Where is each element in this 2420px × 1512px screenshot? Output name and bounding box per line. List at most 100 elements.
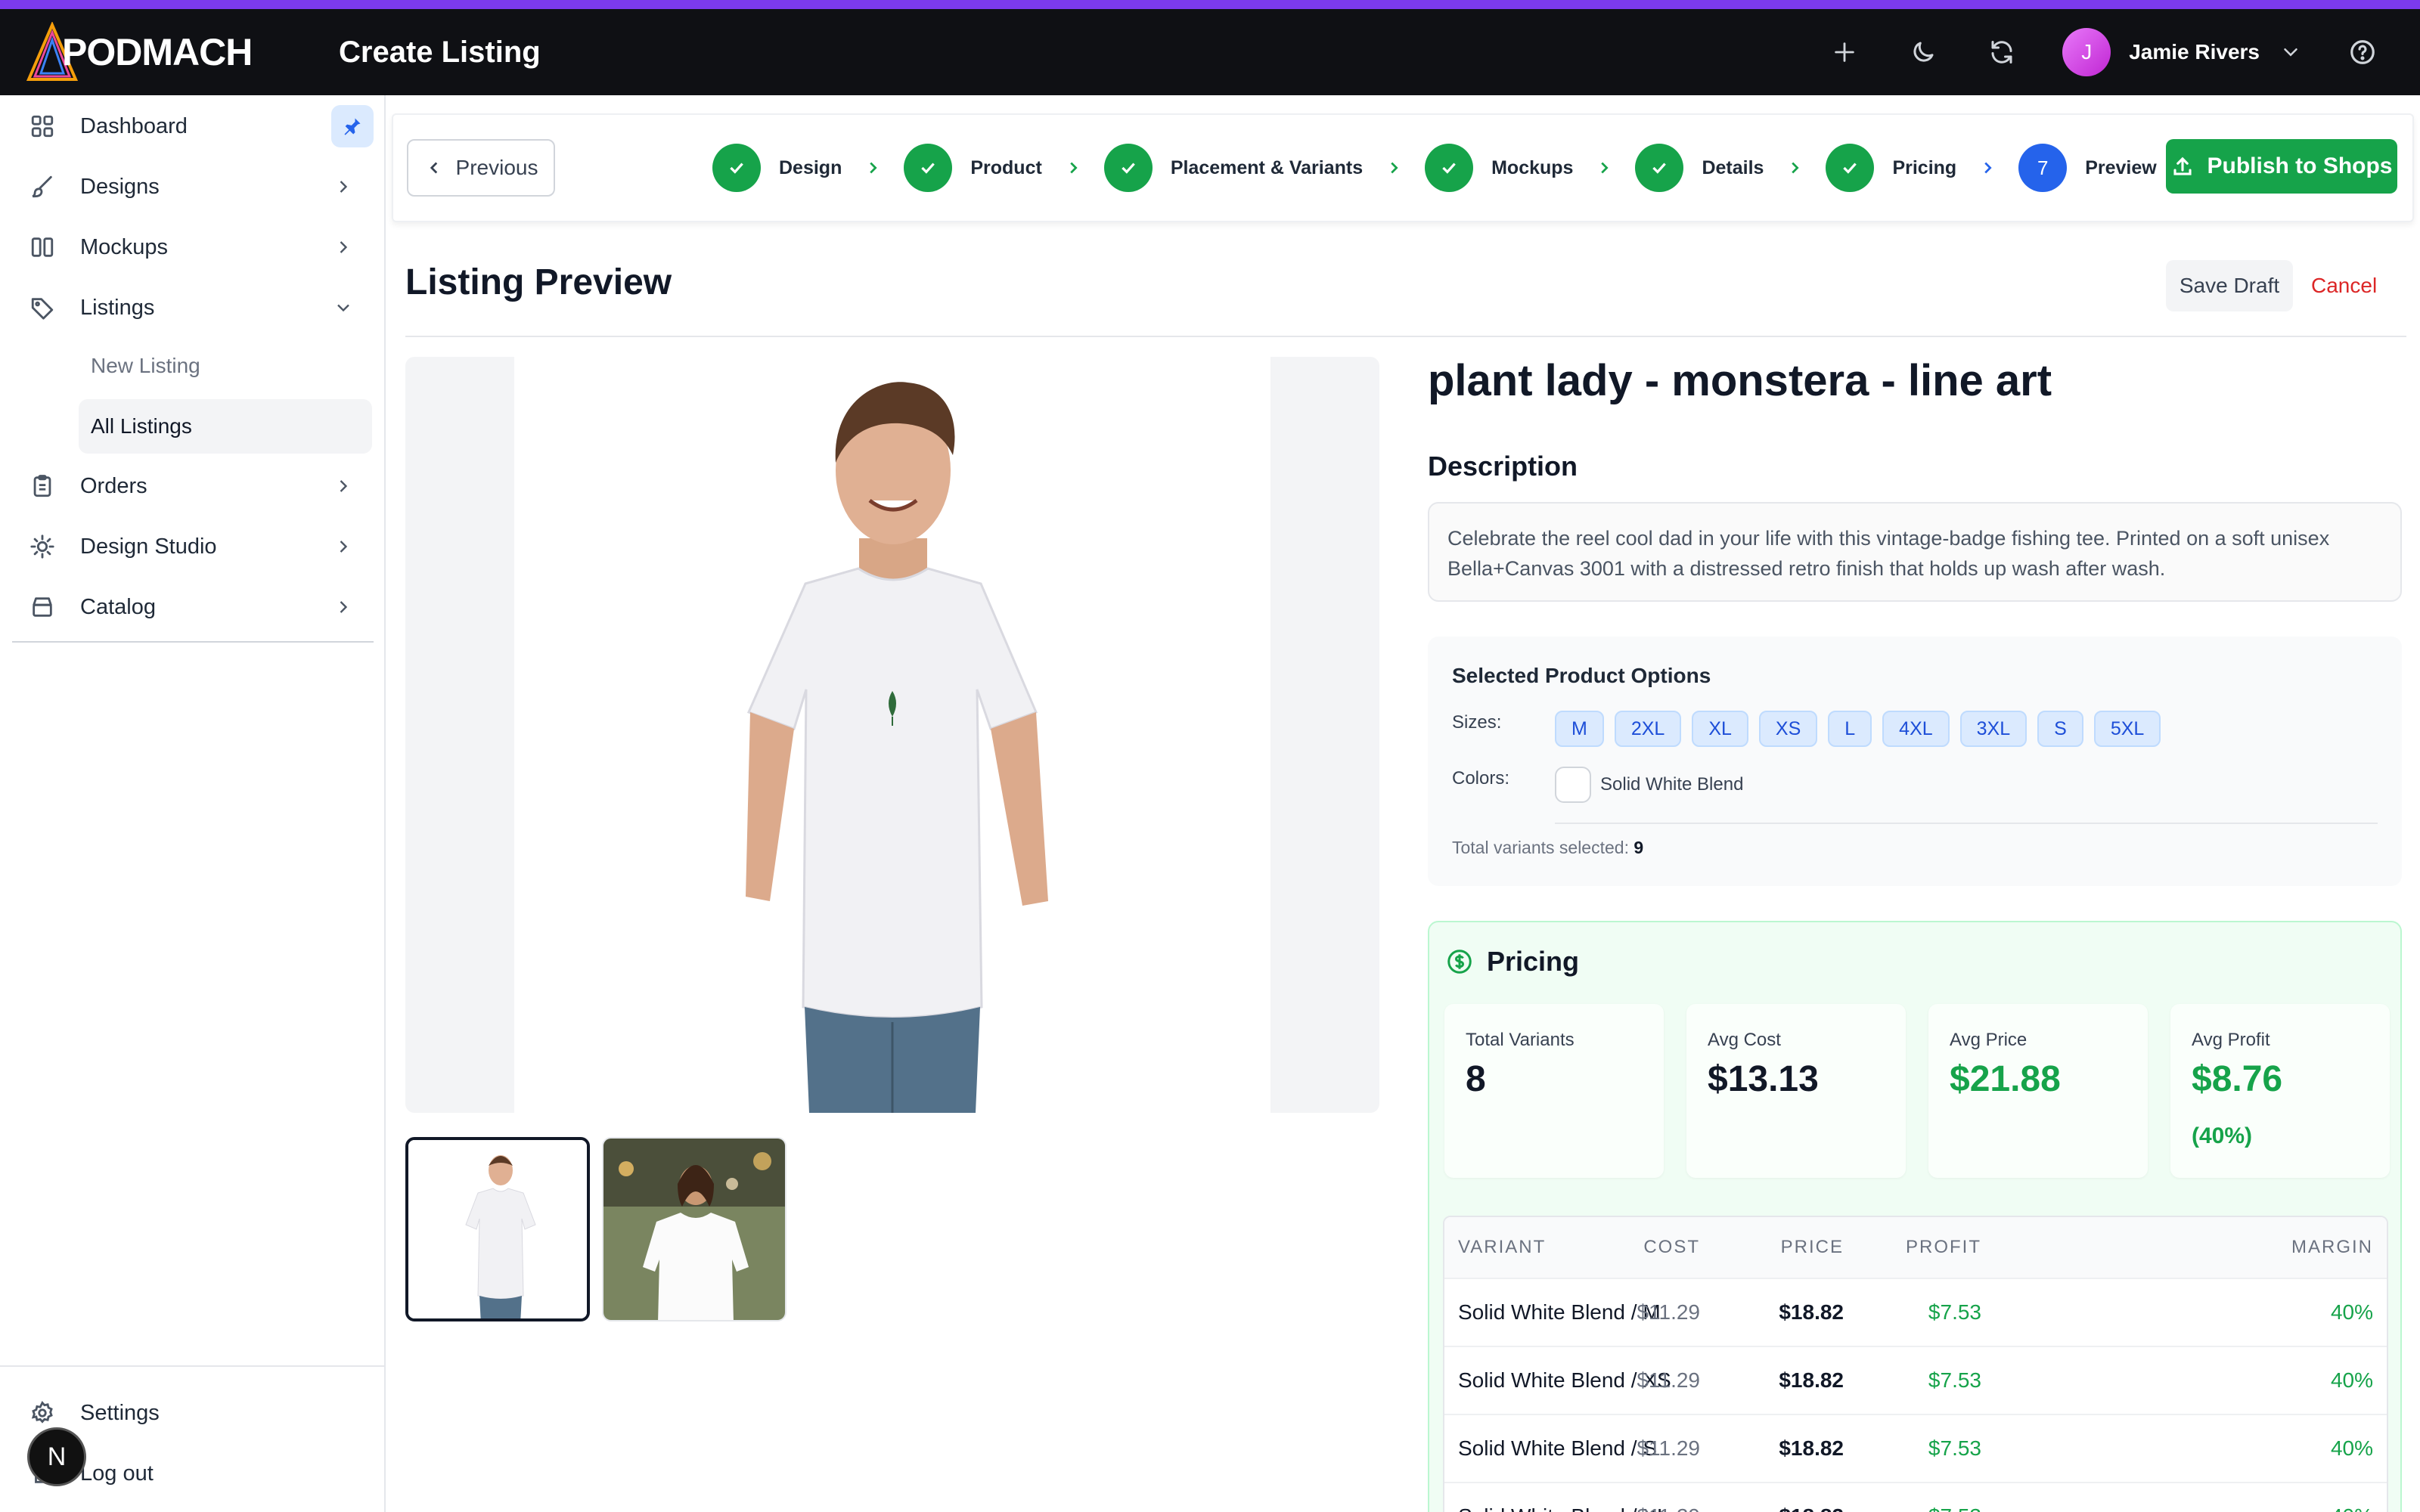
sidebar-item-mockups[interactable]: Mockups	[12, 221, 374, 274]
sidebar-item-design-studio[interactable]: Design Studio	[12, 520, 374, 573]
variant-pricing-table: VARIANT COST PRICE PROFIT MARGIN Solid W…	[1443, 1216, 2388, 1512]
chevron-right-icon	[327, 170, 360, 203]
column-header-variant[interactable]: VARIANT	[1458, 1217, 1546, 1278]
step-product[interactable]: Product	[904, 144, 1042, 192]
sidebar-subitem-new-listing[interactable]: New Listing	[79, 339, 372, 393]
chevron-down-icon	[327, 291, 360, 324]
chevron-right-icon	[1385, 160, 1402, 176]
box-icon	[26, 590, 59, 624]
stat-value: 8	[1466, 1059, 1486, 1099]
variants-total-value: 9	[1634, 838, 1644, 857]
step-design[interactable]: Design	[712, 144, 842, 192]
table-header: VARIANT COST PRICE PROFIT MARGIN	[1444, 1217, 2387, 1278]
sidebar-item-label: Design Studio	[80, 534, 217, 559]
thumbnail-1[interactable]	[405, 1137, 590, 1321]
colors-label: Colors:	[1452, 768, 1510, 789]
stat-avg-price: Avg Price $21.88	[1928, 1004, 2148, 1178]
check-icon	[1635, 144, 1684, 192]
sidebar-subitem-all-listings[interactable]: All Listings	[79, 399, 372, 454]
step-placement-variants[interactable]: Placement & Variants	[1103, 144, 1363, 192]
sidebar-item-label: Listings	[80, 295, 155, 320]
sidebar-item-catalog[interactable]: Catalog	[12, 581, 374, 634]
cell-profit: $7.53	[1928, 1483, 1981, 1512]
brush-icon	[26, 170, 59, 203]
chevron-right-icon	[1065, 160, 1081, 176]
save-draft-button[interactable]: Save Draft	[2166, 260, 2293, 311]
cell-price: $18.82	[1779, 1483, 1844, 1512]
cell-margin: 40%	[2331, 1483, 2373, 1512]
cancel-button[interactable]: Cancel	[2311, 260, 2377, 311]
stat-avg-profit: Avg Profit $8.76 (40%)	[2170, 1004, 2390, 1178]
cell-margin: 40%	[2330, 1368, 2373, 1392]
cell-profit: $7.53	[1928, 1436, 1981, 1460]
user-name: Jamie Rivers	[2129, 40, 2260, 64]
chevron-right-icon	[1596, 160, 1612, 176]
publish-to-shops-button[interactable]: Publish to Shops	[2166, 139, 2397, 194]
sidebar-item-label: Catalog	[80, 594, 156, 619]
size-chip: XL	[1692, 711, 1748, 747]
check-icon	[904, 144, 953, 192]
top-bar: PODMACH Create Listing J Jamie Rivers	[0, 9, 2420, 95]
cell-cost: $11.29	[1637, 1300, 1700, 1324]
size-chip: 2XL	[1614, 711, 1682, 747]
check-icon	[1425, 144, 1474, 192]
help-icon[interactable]	[2344, 34, 2381, 70]
previous-button[interactable]: Previous	[407, 139, 555, 197]
stat-label: Total Variants	[1466, 1030, 1575, 1050]
sidebar-item-label: Log out	[80, 1461, 154, 1486]
column-header-cost[interactable]: COST	[1643, 1217, 1700, 1278]
chevron-right-icon	[1786, 160, 1803, 176]
product-title: plant lady - monstera - line art	[1428, 356, 2052, 405]
sidebar-item-listings[interactable]: Listings	[12, 281, 374, 334]
brand-logo[interactable]: PODMACH	[26, 18, 253, 86]
plus-icon[interactable]	[1826, 34, 1863, 70]
cell-profit: $7.53	[1928, 1300, 1981, 1324]
stat-value: $13.13	[1708, 1059, 1819, 1099]
sidebar-item-orders[interactable]: Orders	[12, 460, 374, 513]
stat-label: Avg Profit	[2192, 1030, 2270, 1050]
variants-total: Total variants selected: 9	[1452, 838, 1643, 858]
options-heading: Selected Product Options	[1452, 664, 1711, 687]
pricing-heading: Pricing	[1446, 939, 1579, 984]
pin-icon[interactable]	[331, 105, 374, 147]
sidebar-item-designs[interactable]: Designs	[12, 160, 374, 213]
thumbnail-2[interactable]	[602, 1137, 786, 1321]
pricing-card: Pricing Total Variants 8 Avg Cost $13.13…	[1428, 921, 2402, 1512]
step-preview[interactable]: 7 Preview	[2018, 144, 2157, 192]
page-heading: Create Listing	[339, 35, 541, 69]
accent-strip	[0, 0, 2420, 9]
check-icon	[1826, 144, 1875, 192]
refresh-icon[interactable]	[1984, 34, 2020, 70]
cell-price: $18.82	[1779, 1436, 1844, 1460]
cell-price: $18.82	[1779, 1368, 1844, 1392]
chevron-right-icon	[864, 160, 881, 176]
sidebar-item-label: Orders	[80, 473, 147, 498]
user-menu[interactable]: J Jamie Rivers	[2062, 28, 2302, 76]
column-header-margin[interactable]: MARGIN	[2291, 1217, 2373, 1278]
cell-margin: 40%	[2330, 1300, 2373, 1324]
moon-icon[interactable]	[1905, 34, 1941, 70]
step-mockups[interactable]: Mockups	[1425, 144, 1573, 192]
step-details[interactable]: Details	[1635, 144, 1764, 192]
sidebar-item-dashboard[interactable]: Dashboard	[12, 100, 374, 153]
dev-indicator-badge[interactable]: N	[27, 1427, 86, 1486]
gear-icon	[26, 1396, 59, 1430]
check-icon	[712, 144, 761, 192]
size-chip: L	[1828, 711, 1872, 747]
publish-label: Publish to Shops	[2207, 153, 2393, 178]
column-header-price[interactable]: PRICE	[1781, 1217, 1844, 1278]
chevron-right-icon	[1979, 160, 1996, 176]
divider	[1555, 823, 2378, 824]
cell-cost: $11.29	[1637, 1483, 1700, 1512]
column-header-profit[interactable]: PROFIT	[1906, 1217, 1981, 1278]
chevron-down-icon	[2279, 41, 2302, 64]
step-label: Details	[1702, 156, 1764, 178]
stat-label: Avg Cost	[1708, 1030, 1781, 1050]
table-row: Solid White Blend / M $11.29 $18.82 $7.5…	[1444, 1278, 2387, 1346]
sidebar-divider	[12, 641, 374, 643]
clipboard-icon	[26, 469, 59, 503]
step-pricing[interactable]: Pricing	[1826, 144, 1956, 192]
tag-icon	[26, 291, 59, 324]
mockup-canvas	[514, 357, 1270, 1113]
main-mockup-image[interactable]	[405, 357, 1379, 1113]
